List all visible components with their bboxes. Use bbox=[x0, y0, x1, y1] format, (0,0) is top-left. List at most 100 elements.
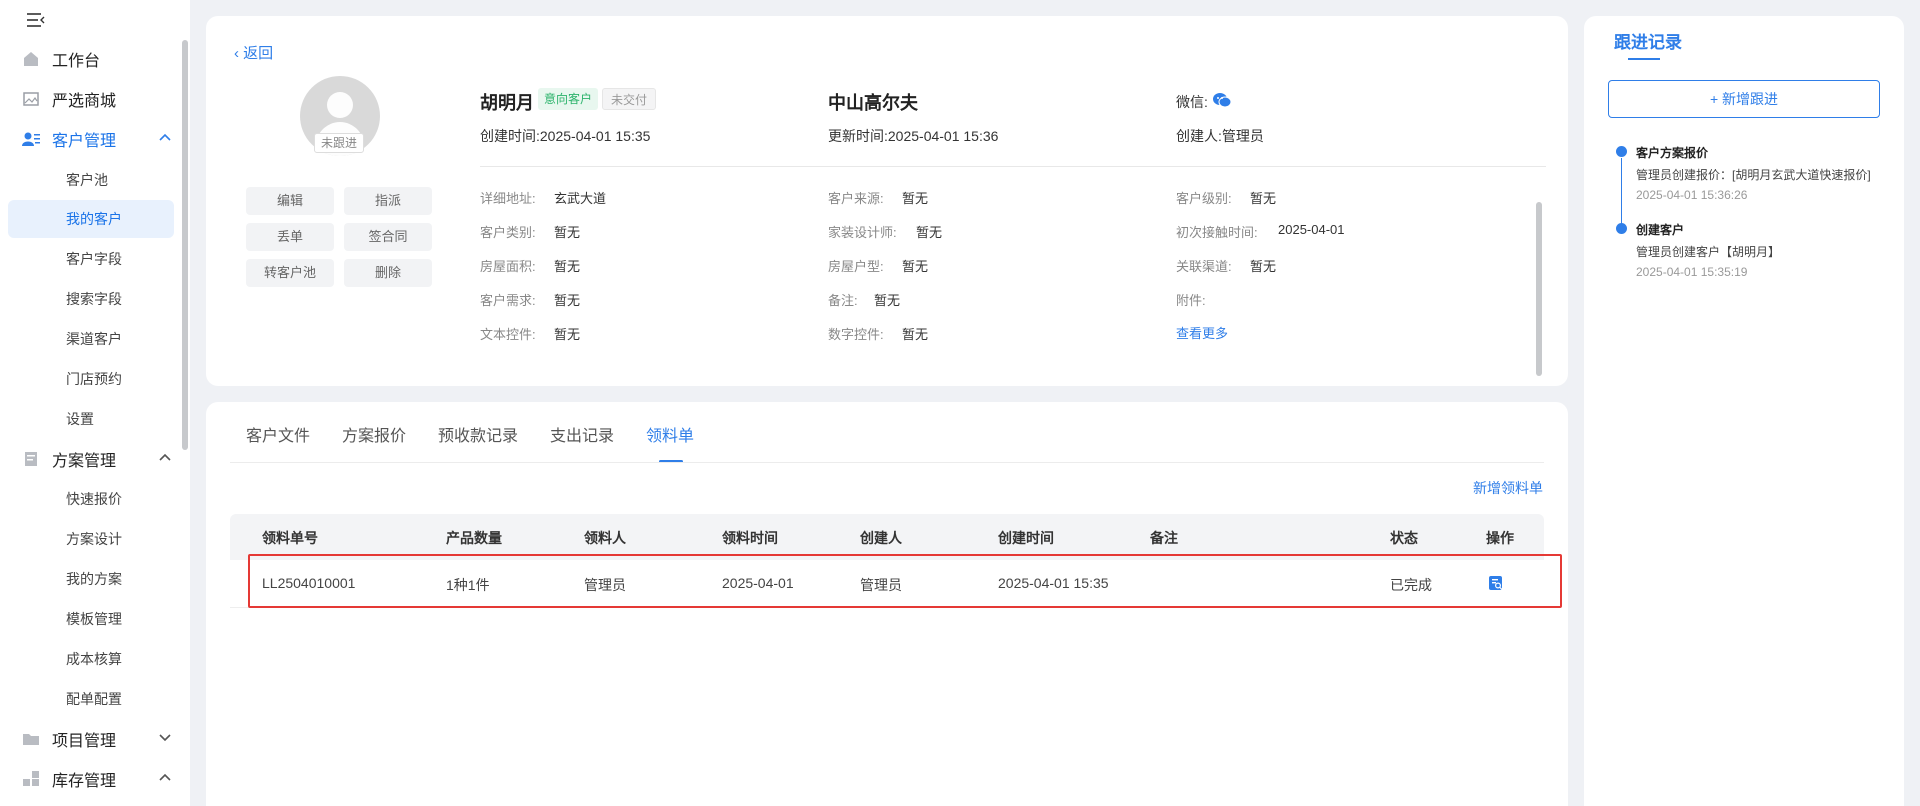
sidebar-sub-store-booking[interactable]: 门店预约 bbox=[8, 360, 174, 398]
delete-button[interactable]: 删除 bbox=[344, 259, 432, 287]
info-label: 客户类别: bbox=[480, 225, 536, 240]
followup-title-underline bbox=[1628, 58, 1660, 60]
column-header: 领料单号 bbox=[262, 530, 318, 546]
info-value: 暂无 bbox=[554, 327, 581, 342]
info-value: 暂无 bbox=[1250, 191, 1277, 206]
sidebar-sub-channel-customers[interactable]: 渠道客户 bbox=[8, 320, 174, 358]
sidebar-item-label: 客户管理 bbox=[52, 133, 117, 150]
sidebar-item-mall[interactable]: 严选商城 bbox=[22, 86, 172, 112]
info-label: 关联渠道: bbox=[1176, 259, 1232, 274]
new-requisition-link[interactable]: 新增领料单 bbox=[1473, 478, 1543, 498]
company-name: 中山高尔夫 bbox=[828, 93, 918, 113]
column-header: 备注 bbox=[1150, 530, 1178, 546]
tab-requisitions[interactable]: 领料单 bbox=[646, 422, 694, 446]
info-label: 家装设计师: bbox=[828, 225, 897, 240]
sidebar-item-workbench[interactable]: 工作台 bbox=[22, 46, 172, 72]
sidebar-sub-search-fields[interactable]: 搜索字段 bbox=[8, 280, 174, 318]
customer-info-card: ‹ 返回 未跟进 编辑 指派 丢单 签合同 转客户池 删除 胡明月 意向客户 未… bbox=[206, 16, 1568, 386]
tab-divider bbox=[230, 462, 1544, 463]
drop-order-button[interactable]: 丢单 bbox=[246, 223, 334, 251]
sidebar-item-label: 库存管理 bbox=[52, 773, 117, 790]
column-header: 创建人 bbox=[860, 530, 902, 546]
edit-button[interactable]: 编辑 bbox=[246, 187, 334, 215]
wechat-label: 微信: bbox=[1176, 94, 1208, 110]
move-to-pool-button[interactable]: 转客户池 bbox=[246, 259, 334, 287]
sidebar-item-customer-management[interactable]: 客户管理 bbox=[22, 126, 172, 152]
info-label: 备注: bbox=[828, 293, 858, 308]
info-value: 暂无 bbox=[554, 293, 581, 308]
sidebar-sub-quick-quote[interactable]: 快速报价 bbox=[8, 480, 174, 518]
grid-icon bbox=[22, 770, 40, 788]
column-header: 产品数量 bbox=[446, 530, 502, 546]
row-highlight-box bbox=[248, 554, 1562, 608]
column-header: 领料人 bbox=[584, 530, 626, 546]
info-value: 暂无 bbox=[1250, 259, 1277, 274]
delivery-badge: 未交付 bbox=[602, 88, 657, 110]
timeline-dot bbox=[1616, 223, 1627, 234]
sidebar-sub-settings[interactable]: 设置 bbox=[8, 400, 174, 438]
tab-plan-quotes[interactable]: 方案报价 bbox=[342, 422, 406, 446]
back-link[interactable]: ‹ 返回 bbox=[234, 42, 273, 63]
tab-customer-files[interactable]: 客户文件 bbox=[246, 422, 310, 446]
menu-collapse-icon[interactable] bbox=[25, 10, 45, 30]
column-header: 操作 bbox=[1486, 530, 1514, 546]
chevron-up-icon bbox=[158, 770, 172, 787]
sidebar-item-inventory-management[interactable]: 库存管理 bbox=[22, 766, 172, 792]
home-icon bbox=[22, 50, 40, 68]
info-label: 文本控件: bbox=[480, 327, 536, 342]
timeline-desc: 管理员创建客户【胡明月】 bbox=[1636, 245, 1781, 259]
assign-button[interactable]: 指派 bbox=[344, 187, 432, 215]
sidebar-sub-customer-pool[interactable]: 客户池 bbox=[8, 161, 174, 199]
add-followup-button[interactable]: + 新增跟进 bbox=[1608, 80, 1880, 118]
sidebar-sub-my-plans[interactable]: 我的方案 bbox=[8, 560, 174, 598]
info-value: 暂无 bbox=[554, 259, 581, 274]
sign-contract-button[interactable]: 签合同 bbox=[344, 223, 432, 251]
info-label: 客户级别: bbox=[1176, 191, 1232, 206]
followup-title: 跟进记录 bbox=[1614, 33, 1682, 52]
info-label: 附件: bbox=[1176, 293, 1206, 308]
sidebar: 工作台 严选商城 客户管理 客户池 我的客户 客户字段 搜索字段 渠道客户 门店… bbox=[0, 0, 190, 806]
info-value: 暂无 bbox=[874, 293, 901, 308]
creator: 创建人:管理员 bbox=[1176, 128, 1264, 144]
info-value: 玄武大道 bbox=[554, 191, 607, 206]
sidebar-sub-template-management[interactable]: 模板管理 bbox=[8, 600, 174, 638]
sidebar-sub-customer-fields[interactable]: 客户字段 bbox=[8, 240, 174, 278]
chevron-down-icon bbox=[158, 730, 172, 747]
tab-expense-records[interactable]: 支出记录 bbox=[550, 422, 614, 446]
timeline-line bbox=[1621, 158, 1622, 232]
info-scrollbar[interactable] bbox=[1536, 202, 1542, 376]
column-header: 创建时间 bbox=[998, 530, 1054, 546]
see-more-link[interactable]: 查看更多 bbox=[1176, 323, 1228, 342]
customer-name: 胡明月 bbox=[480, 93, 534, 113]
chevron-up-icon bbox=[158, 450, 172, 467]
sidebar-sub-my-customers[interactable]: 我的客户 bbox=[8, 200, 174, 238]
timeline-title: 客户方案报价 bbox=[1636, 146, 1709, 160]
sidebar-sub-cost-accounting[interactable]: 成本核算 bbox=[8, 640, 174, 678]
records-card: 客户文件 方案报价 预收款记录 支出记录 领料单 新增领料单 领料单号 产品数量… bbox=[206, 402, 1568, 806]
sidebar-item-label: 严选商城 bbox=[52, 93, 117, 110]
info-value: 2025-04-01 bbox=[1278, 222, 1345, 237]
info-label: 房屋户型: bbox=[828, 259, 884, 274]
created-time: 创建时间:2025-04-01 15:35 bbox=[480, 128, 651, 144]
wechat-icon[interactable] bbox=[1212, 90, 1232, 110]
timeline-dot bbox=[1616, 146, 1627, 157]
info-label: 房屋面积: bbox=[480, 259, 536, 274]
sidebar-item-plan-management[interactable]: 方案管理 bbox=[22, 446, 172, 472]
sidebar-item-project-management[interactable]: 项目管理 bbox=[22, 726, 172, 752]
sidebar-scrollbar[interactable] bbox=[182, 40, 188, 450]
tab-prepayment-records[interactable]: 预收款记录 bbox=[438, 422, 518, 446]
info-label: 数字控件: bbox=[828, 327, 884, 342]
sidebar-item-label: 方案管理 bbox=[52, 453, 117, 470]
info-label: 客户来源: bbox=[828, 191, 884, 206]
sidebar-sub-order-config[interactable]: 配单配置 bbox=[8, 680, 174, 718]
info-value: 暂无 bbox=[554, 225, 581, 240]
document-icon bbox=[22, 450, 40, 468]
intent-badge: 意向客户 bbox=[538, 88, 599, 110]
info-value: 暂无 bbox=[902, 327, 929, 342]
chevron-left-icon: ‹ bbox=[234, 45, 244, 62]
sidebar-sub-plan-design[interactable]: 方案设计 bbox=[8, 520, 174, 558]
user-card-icon bbox=[22, 130, 40, 148]
info-value: 暂无 bbox=[902, 259, 929, 274]
follow-status-badge: 未跟进 bbox=[314, 133, 364, 153]
folder-icon bbox=[22, 730, 40, 748]
